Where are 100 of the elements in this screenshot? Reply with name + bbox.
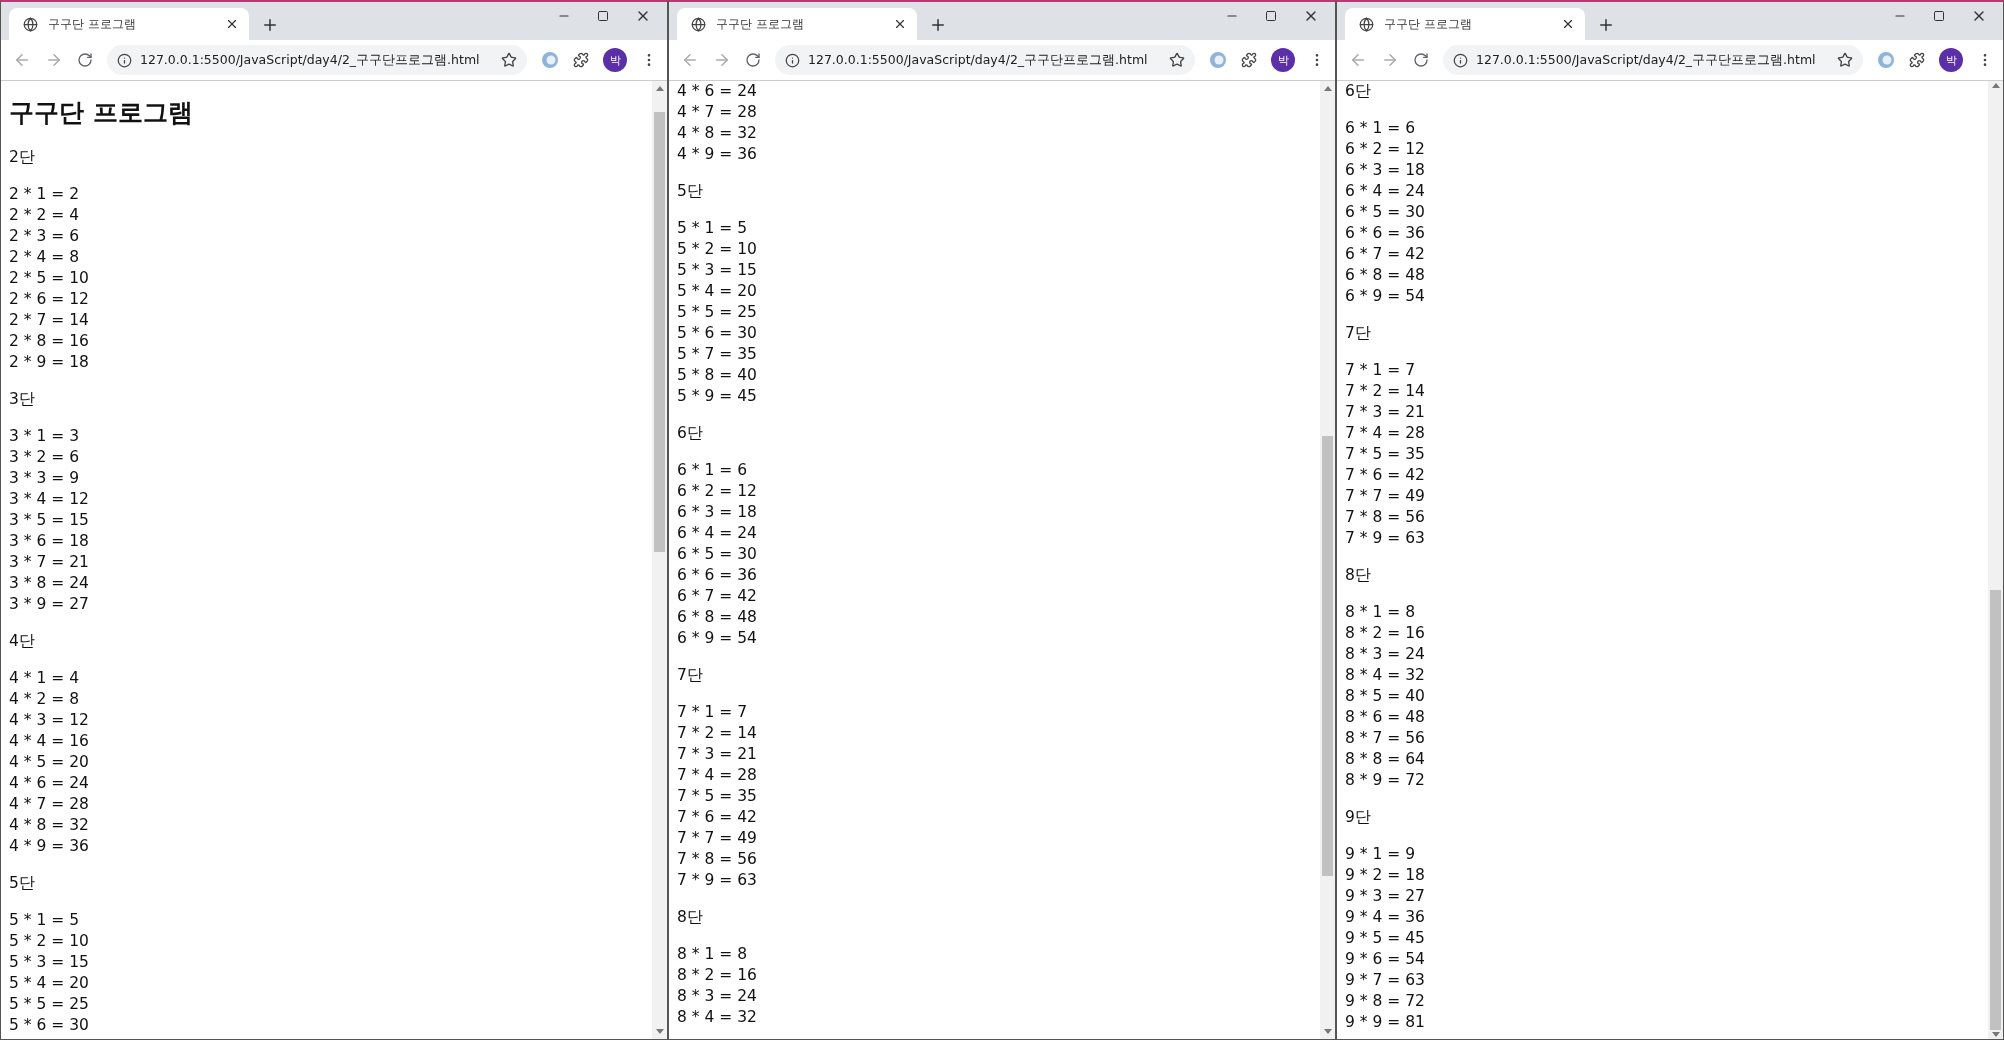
info-icon[interactable] (785, 52, 800, 68)
globe-icon (1359, 16, 1374, 32)
multiplication-line: 4 * 9 = 36 (9, 836, 90, 857)
section-label: 6단 (677, 423, 704, 444)
multiplication-line: 4 * 7 = 28 (677, 102, 758, 123)
profile-avatar[interactable]: 박 (1939, 48, 1963, 72)
multiplication-line: 5 * 3 = 15 (677, 260, 758, 281)
multiplication-line: 4 * 1 = 4 (9, 668, 81, 689)
multiplication-line: 9 * 3 = 27 (1345, 886, 1426, 907)
scrollbar[interactable] (1320, 81, 1335, 1039)
multiplication-line: 6 * 1 = 6 (1345, 118, 1417, 139)
section-label: 9단 (1345, 807, 1372, 828)
section-label: 5단 (677, 181, 704, 202)
url-text: 127.0.0.1:5500/JavaScript/day4/2_구구단프로그램.html (808, 51, 1149, 69)
multiplication-line: 6 * 8 = 48 (677, 607, 758, 628)
multiplication-line: 7 * 8 = 56 (1345, 507, 1426, 528)
profile-avatar[interactable]: 박 (1271, 48, 1295, 72)
multiplication-line: 4 * 6 = 24 (9, 773, 90, 794)
reload-icon[interactable] (77, 52, 93, 68)
section-label: 8단 (1345, 565, 1372, 586)
multiplication-line: 7 * 8 = 56 (677, 849, 758, 870)
multiplication-line: 2 * 1 = 2 (9, 184, 81, 205)
puzzle-icon[interactable] (573, 52, 589, 68)
globe-icon (23, 16, 38, 32)
new-tab-icon[interactable] (1597, 16, 1615, 34)
scrollbar[interactable] (652, 81, 667, 1039)
new-tab-icon[interactable] (261, 16, 279, 34)
star-icon[interactable] (1169, 52, 1185, 68)
multiplication-line: 5 * 1 = 5 (677, 218, 749, 239)
address-bar[interactable]: 127.0.0.1:5500/JavaScript/day4/2_구구단프로그램.html (775, 45, 1195, 75)
multiplication-line: 8 * 7 = 56 (1345, 728, 1426, 749)
multiplication-line: 7 * 1 = 7 (677, 702, 749, 723)
multiplication-line: 7 * 2 = 14 (1345, 381, 1426, 402)
address-bar[interactable]: 127.0.0.1:5500/JavaScript/day4/2_구구단프로그램.html (1443, 45, 1863, 75)
multiplication-line: 5 * 3 = 15 (9, 952, 90, 973)
multiplication-line: 5 * 5 = 25 (677, 302, 758, 323)
section-label: 8단 (677, 907, 704, 928)
reload-icon[interactable] (1413, 52, 1429, 68)
scrollbar[interactable] (1988, 81, 2003, 1039)
close-tab-icon[interactable] (893, 17, 907, 31)
star-icon[interactable] (1837, 52, 1853, 68)
multiplication-line: 2 * 7 = 14 (9, 310, 90, 331)
multiplication-line: 2 * 8 = 16 (9, 331, 90, 352)
multiplication-line: 6 * 9 = 54 (677, 628, 758, 649)
browser-tab[interactable]: 구구단 프로그램 (9, 8, 249, 40)
multiplication-line: 8 * 1 = 8 (1345, 602, 1417, 623)
page-heading: 구구단 프로그램 (9, 97, 194, 129)
multiplication-line: 4 * 2 = 8 (9, 689, 81, 710)
info-icon[interactable] (117, 52, 132, 68)
scrollbar-thumb[interactable] (1322, 436, 1333, 876)
multiplication-line: 6 * 7 = 42 (1345, 244, 1426, 265)
multiplication-line: 6 * 7 = 42 (677, 586, 758, 607)
multiplication-line: 2 * 4 = 8 (9, 247, 81, 268)
multiplication-line: 2 * 3 = 6 (9, 226, 81, 247)
maximize-icon[interactable] (1933, 8, 1945, 24)
new-tab-icon[interactable] (929, 16, 947, 34)
multiplication-line: 5 * 9 = 45 (677, 386, 758, 407)
multiplication-line: 2 * 5 = 10 (9, 268, 90, 289)
multiplication-line: 6 * 2 = 12 (1345, 139, 1426, 160)
multiplication-line: 9 * 7 = 63 (1345, 970, 1426, 991)
multiplication-line: 5 * 4 = 20 (677, 281, 758, 302)
multiplication-line: 6 * 3 = 18 (1345, 160, 1426, 181)
multiplication-line: 7 * 5 = 35 (1345, 444, 1426, 465)
multiplication-line: 7 * 4 = 28 (677, 765, 758, 786)
multiplication-line: 4 * 4 = 16 (9, 731, 90, 752)
multiplication-line: 8 * 1 = 8 (677, 944, 749, 965)
multiplication-line: 3 * 4 = 12 (9, 489, 90, 510)
multiplication-line: 3 * 5 = 15 (9, 510, 90, 531)
tab-title: 구구단 프로그램 (716, 15, 805, 33)
multiplication-line: 5 * 4 = 20 (9, 973, 90, 994)
close-tab-icon[interactable] (1561, 17, 1575, 31)
star-icon[interactable] (501, 52, 517, 68)
address-bar[interactable]: 127.0.0.1:5500/JavaScript/day4/2_구구단프로그램.html (107, 45, 527, 75)
multiplication-line: 8 * 6 = 48 (1345, 707, 1426, 728)
multiplication-line: 3 * 8 = 24 (9, 573, 90, 594)
multiplication-line: 6 * 6 = 36 (1345, 223, 1426, 244)
multiplication-line: 9 * 6 = 54 (1345, 949, 1426, 970)
profile-avatar[interactable]: 박 (603, 48, 627, 72)
multiplication-line: 3 * 6 = 18 (9, 531, 90, 552)
multiplication-line: 4 * 8 = 32 (9, 815, 90, 836)
browser-tab[interactable]: 구구단 프로그램 (1345, 8, 1585, 40)
section-label: 2단 (9, 147, 36, 168)
multiplication-line: 7 * 3 = 21 (677, 744, 758, 765)
close-tab-icon[interactable] (225, 17, 239, 31)
info-icon[interactable] (1453, 52, 1468, 68)
multiplication-line: 8 * 3 = 24 (1345, 644, 1426, 665)
multiplication-line: 6 * 9 = 54 (1345, 286, 1426, 307)
multiplication-line: 4 * 5 = 20 (9, 752, 90, 773)
puzzle-icon[interactable] (1241, 52, 1257, 68)
browser-tab[interactable]: 구구단 프로그램 (677, 8, 917, 40)
reload-icon[interactable] (745, 52, 761, 68)
scrollbar-thumb[interactable] (1990, 590, 2001, 1030)
multiplication-line: 9 * 5 = 45 (1345, 928, 1426, 949)
maximize-icon[interactable] (597, 8, 609, 24)
puzzle-icon[interactable] (1909, 52, 1925, 68)
maximize-icon[interactable] (1265, 8, 1277, 24)
multiplication-line: 9 * 9 = 81 (1345, 1012, 1426, 1033)
scrollbar-thumb[interactable] (654, 112, 665, 552)
multiplication-line: 6 * 8 = 48 (1345, 265, 1426, 286)
multiplication-line: 6 * 3 = 18 (677, 502, 758, 523)
